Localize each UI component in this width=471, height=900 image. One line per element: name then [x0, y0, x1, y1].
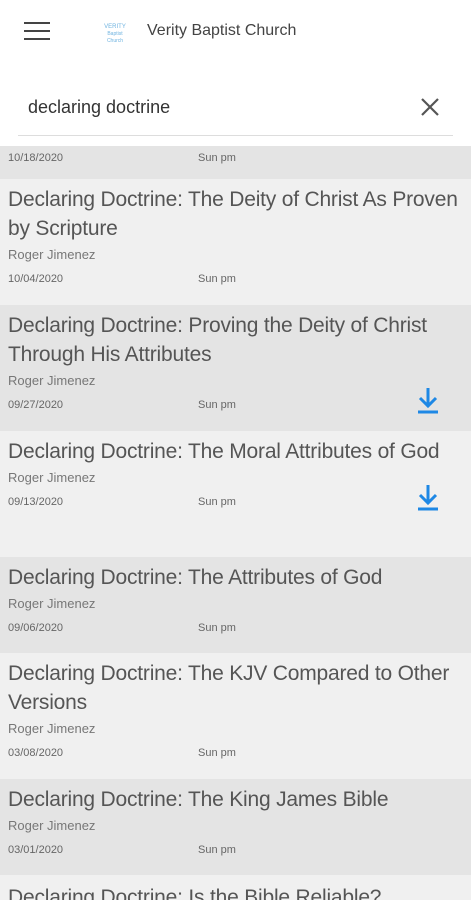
sermon-speaker: Roger Jimenez: [8, 373, 96, 388]
list-item[interactable]: Declaring Doctrine: The KJV Compared to …: [0, 653, 471, 779]
sermon-title: Declaring Doctrine: The Deity of Christ …: [8, 188, 458, 240]
app-header: VERITY Baptist Church Verity Baptist Chu…: [0, 0, 471, 64]
search-bar: [0, 64, 471, 144]
sermon-title: Declaring Doctrine: The Attributes of Go…: [8, 566, 383, 589]
svg-text:VERITY: VERITY: [104, 24, 126, 30]
sermon-service: Sun pm: [198, 844, 236, 856]
sermon-service: Sun pm: [198, 622, 236, 634]
close-icon[interactable]: [419, 96, 441, 118]
sermon-title: Declaring Doctrine: Is the Bible Reliabl…: [8, 886, 382, 900]
app-title: Verity Baptist Church: [147, 22, 297, 39]
sermon-list: 10/18/2020 Sun pm Declaring Doctrine: Th…: [0, 146, 471, 900]
list-item[interactable]: Declaring Doctrine: Is the Bible Reliabl…: [0, 875, 471, 900]
sermon-title: Declaring Doctrine: Proving the Deity of…: [8, 314, 427, 366]
sermon-service: Sun pm: [198, 273, 236, 285]
search-input[interactable]: [18, 80, 453, 136]
sermon-speaker: Roger Jimenez: [8, 470, 96, 485]
sermon-service: Sun pm: [198, 496, 236, 508]
menu-icon[interactable]: [24, 22, 50, 42]
svg-text:Church: Church: [107, 38, 123, 44]
sermon-speaker: Roger Jimenez: [8, 721, 96, 736]
sermon-service: Sun pm: [198, 747, 236, 759]
list-item[interactable]: Declaring Doctrine: The Deity of Christ …: [0, 179, 471, 305]
sermon-date: 03/08/2020: [8, 747, 64, 759]
sermon-date: 10/18/2020: [8, 152, 64, 164]
list-item[interactable]: 10/18/2020 Sun pm: [0, 146, 471, 179]
sermon-speaker: Roger Jimenez: [8, 247, 96, 262]
sermon-title: Declaring Doctrine: The King James Bible: [8, 788, 389, 811]
list-item[interactable]: Declaring Doctrine: The Attributes of Go…: [0, 557, 471, 653]
sermon-service: Sun pm: [198, 152, 236, 164]
church-logo: VERITY Baptist Church: [104, 24, 126, 44]
list-item[interactable]: Declaring Doctrine: The Moral Attributes…: [0, 431, 471, 557]
list-item[interactable]: Declaring Doctrine: The King James Bible…: [0, 779, 471, 875]
sermon-date: 10/04/2020: [8, 273, 64, 285]
sermon-speaker: Roger Jimenez: [8, 818, 96, 833]
svg-text:Baptist: Baptist: [107, 31, 123, 37]
sermon-date: 09/27/2020: [8, 399, 64, 411]
download-icon[interactable]: [415, 385, 441, 415]
sermon-date: 03/01/2020: [8, 844, 64, 856]
sermon-title: Declaring Doctrine: The Moral Attributes…: [8, 440, 440, 463]
sermon-title: Declaring Doctrine: The KJV Compared to …: [8, 662, 450, 714]
download-icon[interactable]: [415, 482, 441, 512]
sermon-date: 09/13/2020: [8, 496, 64, 508]
list-item[interactable]: Declaring Doctrine: Proving the Deity of…: [0, 305, 471, 431]
sermon-date: 09/06/2020: [8, 622, 64, 634]
sermon-service: Sun pm: [198, 399, 236, 411]
sermon-speaker: Roger Jimenez: [8, 596, 96, 611]
